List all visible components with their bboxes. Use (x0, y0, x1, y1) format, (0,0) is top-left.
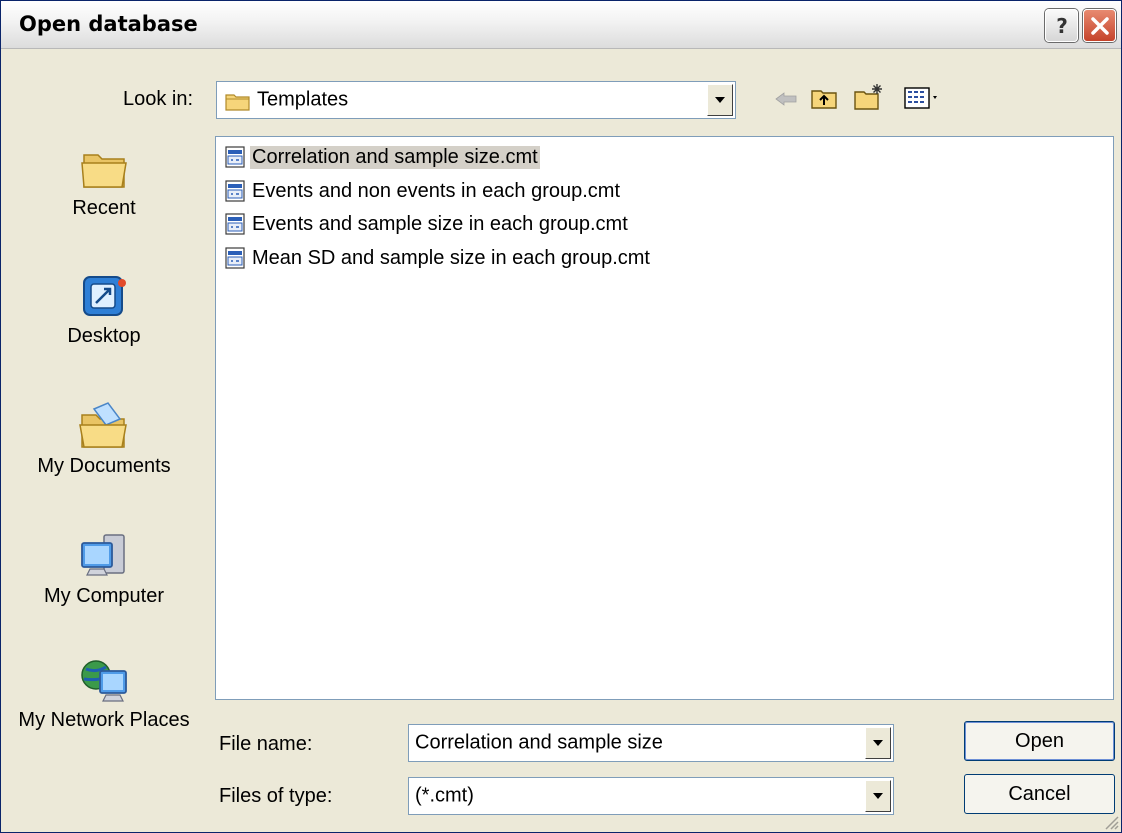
my-computer-icon (81, 534, 125, 576)
files-of-type-label: Files of type: (219, 785, 333, 807)
open-database-dialog: Open database ? Look in: Templates Recen… (0, 0, 1122, 833)
help-button[interactable]: ? (1045, 9, 1078, 42)
places-label: My Computer (43, 585, 165, 607)
file-list-item[interactable]: Mean SD and sample size in each group.cm… (224, 243, 650, 273)
close-button[interactable] (1083, 9, 1116, 42)
places-item-my-computer[interactable]: My Computer (15, 529, 193, 607)
file-list-item[interactable]: Events and non events in each group.cmt (224, 176, 620, 206)
places-item-my-documents[interactable]: My Documents (15, 399, 193, 477)
chevron-down-icon (715, 97, 725, 103)
close-icon (1090, 16, 1109, 35)
folder-icon (225, 94, 250, 111)
file-list[interactable]: Correlation and sample size.cmt Events a… (215, 136, 1114, 700)
cancel-button[interactable]: Cancel (964, 774, 1115, 814)
file-name-value: Correlation and sample size (415, 731, 663, 754)
view-menu-icon (904, 87, 937, 109)
places-bar: Recent Desktop My Documents My Computer … (15, 137, 193, 827)
recent-folder-icon (81, 154, 127, 188)
look-in-value: Templates (257, 88, 349, 111)
file-name-dropdown-button[interactable] (865, 727, 891, 759)
help-icon: ? (1056, 15, 1068, 37)
open-button[interactable]: Open (964, 721, 1115, 761)
look-in-select[interactable]: Templates (216, 81, 736, 119)
file-list-item[interactable]: Correlation and sample size.cmt (224, 142, 540, 172)
up-folder-icon (811, 90, 837, 109)
template-file-icon (225, 180, 245, 202)
back-button[interactable] (771, 86, 801, 112)
new-folder-icon (854, 84, 882, 110)
my-documents-icon (79, 402, 127, 448)
view-menu-button[interactable] (901, 83, 945, 113)
back-arrow-icon (775, 92, 797, 106)
desktop-icon (83, 276, 126, 316)
title-bar[interactable]: Open database ? (1, 1, 1121, 49)
files-of-type-value: (*.cmt) (415, 784, 474, 807)
places-label: Desktop (67, 325, 141, 347)
places-item-desktop[interactable]: Desktop (15, 269, 193, 347)
places-label: My Network Places (18, 709, 190, 731)
chevron-down-icon (873, 793, 883, 799)
window-title: Open database (19, 12, 198, 36)
places-item-my-network-places[interactable]: My Network Places (15, 653, 193, 731)
svg-text:?: ? (1056, 15, 1068, 37)
places-item-recent[interactable]: Recent (15, 141, 193, 219)
file-name-input[interactable]: Correlation and sample size (408, 724, 894, 762)
template-file-icon (225, 247, 245, 269)
files-of-type-select[interactable]: (*.cmt) (408, 777, 894, 815)
template-file-icon (225, 213, 245, 235)
network-places-icon (81, 660, 127, 702)
chevron-down-icon (873, 740, 883, 746)
file-name: Correlation and sample size.cmt (250, 145, 540, 169)
file-list-item[interactable]: Events and sample size in each group.cmt (224, 209, 628, 239)
look-in-label: Look in: (123, 88, 194, 110)
places-label: My Documents (37, 455, 171, 477)
create-new-folder-button[interactable] (851, 81, 887, 113)
up-one-level-button[interactable] (807, 83, 841, 113)
file-name: Mean SD and sample size in each group.cm… (252, 246, 650, 269)
cancel-button-label: Cancel (1008, 782, 1071, 805)
resize-grip-icon[interactable] (1103, 814, 1119, 830)
file-name: Events and non events in each group.cmt (252, 179, 621, 202)
file-name-label: File name: (219, 733, 313, 755)
file-name: Events and sample size in each group.cmt (252, 212, 628, 235)
look-in-dropdown-button[interactable] (707, 84, 733, 116)
files-of-type-dropdown-button[interactable] (865, 780, 891, 812)
template-file-icon (225, 146, 245, 168)
places-label: Recent (72, 197, 136, 219)
open-button-label: Open (1015, 729, 1064, 752)
